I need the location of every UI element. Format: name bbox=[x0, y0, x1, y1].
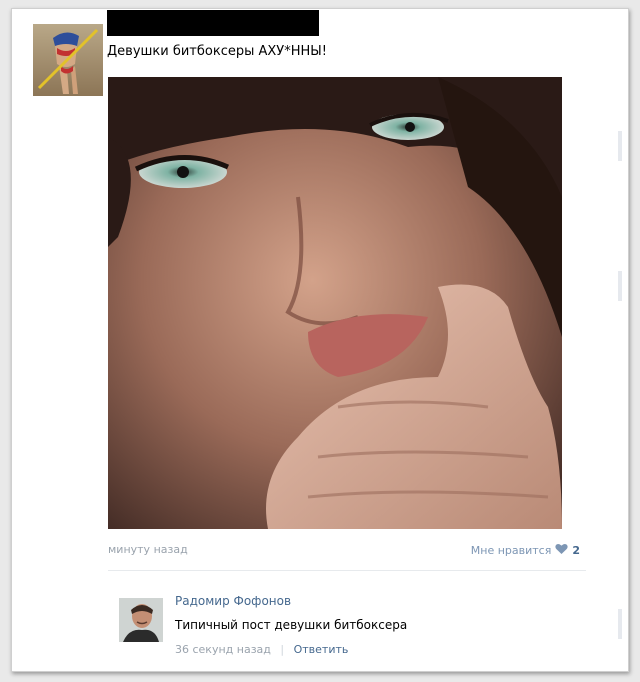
like-label: Мне нравится bbox=[470, 544, 552, 557]
comment-author-avatar[interactable] bbox=[119, 598, 163, 642]
comment-meta: 36 секунд назад | Ответить bbox=[175, 643, 348, 656]
comment-text: Типичный пост девушки битбоксера bbox=[175, 618, 408, 632]
comment-time[interactable]: 36 секунд назад bbox=[175, 643, 271, 656]
author-avatar[interactable] bbox=[33, 24, 103, 96]
reply-button[interactable]: Ответить bbox=[294, 643, 349, 656]
comment-author-name[interactable]: Радомир Фофонов bbox=[175, 594, 291, 608]
comments-divider bbox=[108, 570, 586, 571]
like-count: 2 bbox=[572, 544, 580, 557]
post-time[interactable]: минуту назад bbox=[108, 543, 188, 556]
heart-icon bbox=[555, 543, 568, 558]
post-photo[interactable] bbox=[108, 77, 562, 529]
like-button[interactable]: Мне нравится 2 bbox=[471, 543, 580, 558]
author-name-redacted bbox=[107, 10, 319, 36]
post-meta: минуту назад Мне нравится 2 bbox=[108, 541, 580, 559]
meta-separator: | bbox=[280, 643, 285, 656]
post-text: Девушки битбоксеры АХУ*ННЫ! bbox=[107, 44, 327, 59]
